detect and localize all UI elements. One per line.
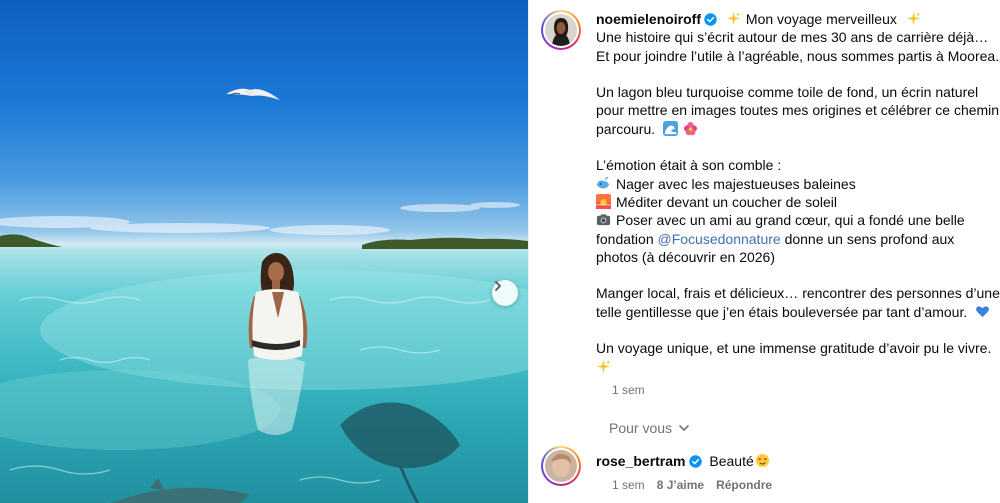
heart-eyes-icon	[755, 453, 769, 468]
caption-line: Une histoire qui s’écrit autour de mes 3…	[596, 29, 989, 46]
caption-line: pour mettre en images toutes mes origine…	[596, 102, 1000, 119]
comment-text: Beauté	[709, 453, 754, 469]
sparkles-icon	[596, 359, 611, 373]
chevron-down-icon	[679, 425, 689, 431]
blue-heart-icon	[976, 306, 990, 317]
sunset-icon	[596, 193, 611, 209]
commenter-photo	[545, 450, 577, 482]
caption-header: noemielenoiroff Mon voyage merveilleux	[596, 10, 991, 28]
reef-shark	[110, 487, 250, 503]
next-image-button[interactable]	[492, 280, 518, 306]
verified-badge-icon	[704, 13, 717, 26]
caption-line: Un lagon bleu turquoise comme toile de f…	[596, 84, 979, 101]
caption-blank	[596, 138, 991, 156]
caption-line: Et pour joindre l’utile à l’agréable, no…	[596, 47, 1000, 64]
post-timestamp[interactable]: 1 sem	[612, 383, 645, 397]
caption-line-with-emoji: parcouru.	[596, 120, 991, 138]
caption-line: photos (à découvrir en 2026)	[596, 248, 775, 265]
caption-blank	[596, 65, 991, 83]
caption-line: L’émotion était à son comble :	[596, 157, 782, 174]
mention-link[interactable]: @Focusedonnature	[658, 231, 781, 247]
comment-timestamp[interactable]: 1 sem	[612, 478, 645, 492]
sparkles-icon	[906, 11, 921, 26]
profile-photo	[545, 14, 577, 46]
caption-blank	[596, 321, 991, 339]
comments-filter-dropdown[interactable]: Pour vous	[609, 420, 690, 436]
caption-blank	[596, 266, 991, 284]
seagull	[226, 88, 280, 100]
commenter-avatar[interactable]	[541, 446, 581, 486]
caption-bullet: Poser avec un ami au grand cœur, qui a f…	[596, 211, 991, 229]
caption-line-with-mention: fondation @Focusedonnature donne un sens…	[596, 230, 955, 247]
whale-icon	[596, 176, 610, 189]
caption-line: parcouru.	[596, 120, 656, 137]
chevron-right-icon	[495, 281, 501, 291]
wave-icon	[663, 120, 679, 136]
post-title: Mon voyage merveilleux	[745, 11, 897, 27]
commenter-username[interactable]: rose_bertram	[596, 453, 686, 469]
caption-text: noemielenoiroff Mon voyage merveilleux U…	[596, 10, 1000, 376]
reply-button[interactable]: Répondre	[716, 478, 772, 492]
sparkles-icon	[726, 11, 741, 26]
caption-line-with-emoji: telle gentillesse que j’en étais bouleve…	[596, 303, 991, 321]
author-username[interactable]: noemielenoiroff	[596, 11, 701, 27]
caption-bullet: Nager avec les majestueuses baleines	[596, 175, 991, 193]
comments-filter-label: Pour vous	[609, 420, 673, 436]
hibiscus-icon	[684, 121, 698, 136]
lagoon-scene	[0, 88, 528, 503]
camera-icon	[596, 214, 611, 226]
caption-line-emoji-only	[596, 358, 991, 376]
author-avatar[interactable]	[541, 10, 581, 50]
right-island	[362, 237, 528, 249]
left-island	[0, 234, 62, 247]
caption-line: Manger local, frais et délicieux… rencon…	[596, 285, 1000, 302]
comment-meta: 1 sem 8 J’aime Répondre	[612, 478, 772, 492]
post-details-pane: noemielenoiroff Mon voyage merveilleux U…	[528, 0, 1000, 503]
caption: noemielenoiroff Mon voyage merveilleux U…	[541, 10, 1000, 376]
clouds	[0, 202, 520, 235]
caption-bullet: Méditer devant un coucher de soleil	[596, 193, 991, 211]
stingray	[340, 402, 460, 503]
post-photo[interactable]	[0, 0, 528, 503]
instagram-post: noemielenoiroff Mon voyage merveilleux U…	[0, 0, 1000, 503]
verified-badge-icon	[688, 455, 702, 468]
caption-line: Un voyage unique, et une immense gratitu…	[596, 340, 992, 357]
comment-likes-count[interactable]: 8 J’aime	[657, 478, 704, 492]
